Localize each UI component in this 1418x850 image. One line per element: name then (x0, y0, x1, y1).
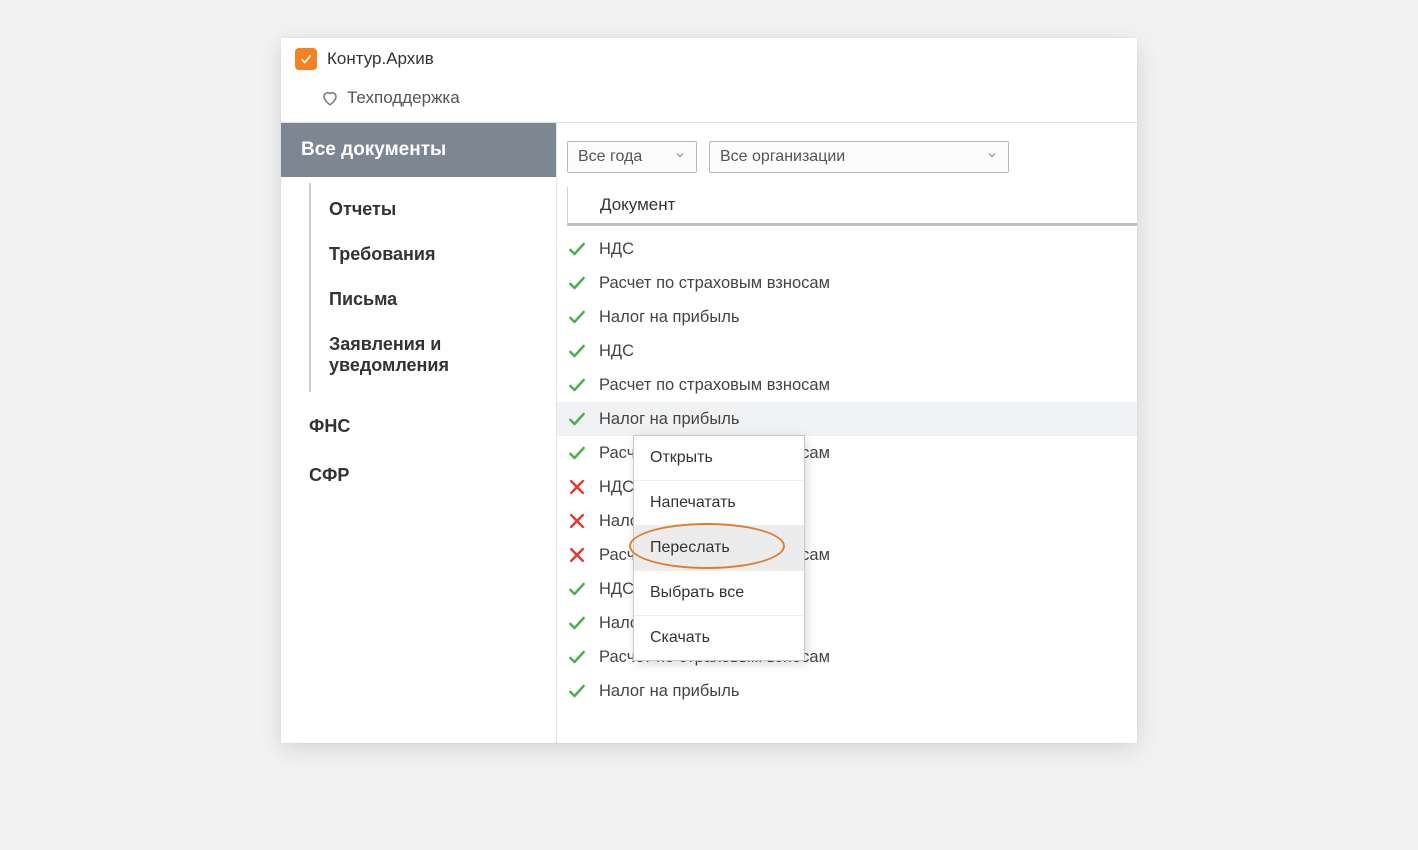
year-select-value: Все года (578, 148, 642, 166)
check-icon (567, 613, 587, 633)
check-icon (567, 341, 587, 361)
sidebar-item-demands[interactable]: Требования (311, 232, 556, 277)
document-name: НДС (599, 240, 634, 259)
context-menu-item[interactable]: Открыть (634, 436, 804, 480)
support-label: Техподдержка (347, 88, 460, 108)
column-header-document: Документ (567, 187, 1137, 226)
filter-bar: Все года Все организации (557, 123, 1137, 187)
table-row[interactable]: Налог на прибыль (557, 674, 1137, 708)
chevron-down-icon (986, 148, 998, 166)
document-name: Налог на прибыль (599, 410, 739, 429)
check-icon (567, 239, 587, 259)
check-icon (567, 375, 587, 395)
app-window: Контур.Архив Техподдержка Все документы … (281, 38, 1137, 743)
table-row[interactable]: Расчет по страховым взносам (557, 368, 1137, 402)
table-row[interactable]: НДС (557, 334, 1137, 368)
year-select[interactable]: Все года (567, 141, 697, 173)
cross-icon (567, 477, 587, 497)
table-row[interactable]: НДС (557, 232, 1137, 266)
cross-icon (567, 511, 587, 531)
document-name: НДС (599, 478, 634, 497)
sidebar-item-letters[interactable]: Письма (311, 277, 556, 322)
check-icon (567, 307, 587, 327)
context-menu-item[interactable]: Выбрать все (634, 570, 804, 615)
heart-icon (321, 89, 339, 107)
support-bar[interactable]: Техподдержка (281, 74, 1137, 123)
context-menu-item[interactable]: Переслать (634, 525, 804, 570)
table-row[interactable]: Налог на прибыль (557, 402, 1137, 436)
document-name: Расчет по страховым взносам (599, 376, 830, 395)
table-row[interactable]: Налог на прибыль (557, 300, 1137, 334)
check-icon (567, 273, 587, 293)
app-title: Контур.Архив (327, 49, 434, 69)
sidebar-item-sfr[interactable]: СФР (281, 451, 556, 500)
check-icon (567, 579, 587, 599)
document-name: Налог на прибыль (599, 682, 739, 701)
table-row[interactable]: Расчет по страховым взносам (557, 266, 1137, 300)
org-select[interactable]: Все организации (709, 141, 1009, 173)
cross-icon (567, 545, 587, 565)
context-menu-item[interactable]: Напечатать (634, 480, 804, 525)
sidebar-item-applications[interactable]: Заявления и уведомления (311, 322, 556, 388)
app-logo-icon (295, 48, 317, 70)
document-name: НДС (599, 580, 634, 599)
sidebar: Все документы Отчеты Требования Письма З… (281, 123, 556, 743)
sidebar-item-reports[interactable]: Отчеты (311, 187, 556, 232)
check-icon (567, 681, 587, 701)
sidebar-item-fns[interactable]: ФНС (281, 402, 556, 451)
sidebar-item-all-documents[interactable]: Все документы (281, 123, 556, 177)
context-menu: ОткрытьНапечататьПереслатьВыбрать всеСка… (633, 435, 805, 661)
sidebar-group: Отчеты Требования Письма Заявления и уве… (309, 183, 556, 392)
chevron-down-icon (674, 148, 686, 166)
org-select-value: Все организации (720, 148, 845, 166)
document-name: Расчет по страховым взносам (599, 274, 830, 293)
body: Все документы Отчеты Требования Письма З… (281, 123, 1137, 743)
context-menu-item[interactable]: Скачать (634, 615, 804, 660)
check-icon (567, 443, 587, 463)
check-icon (567, 647, 587, 667)
titlebar: Контур.Архив (281, 38, 1137, 74)
document-name: Налог на прибыль (599, 308, 739, 327)
main-panel: Все года Все организации Документ НДС Рас… (556, 123, 1137, 743)
document-name: НДС (599, 342, 634, 361)
check-icon (567, 409, 587, 429)
